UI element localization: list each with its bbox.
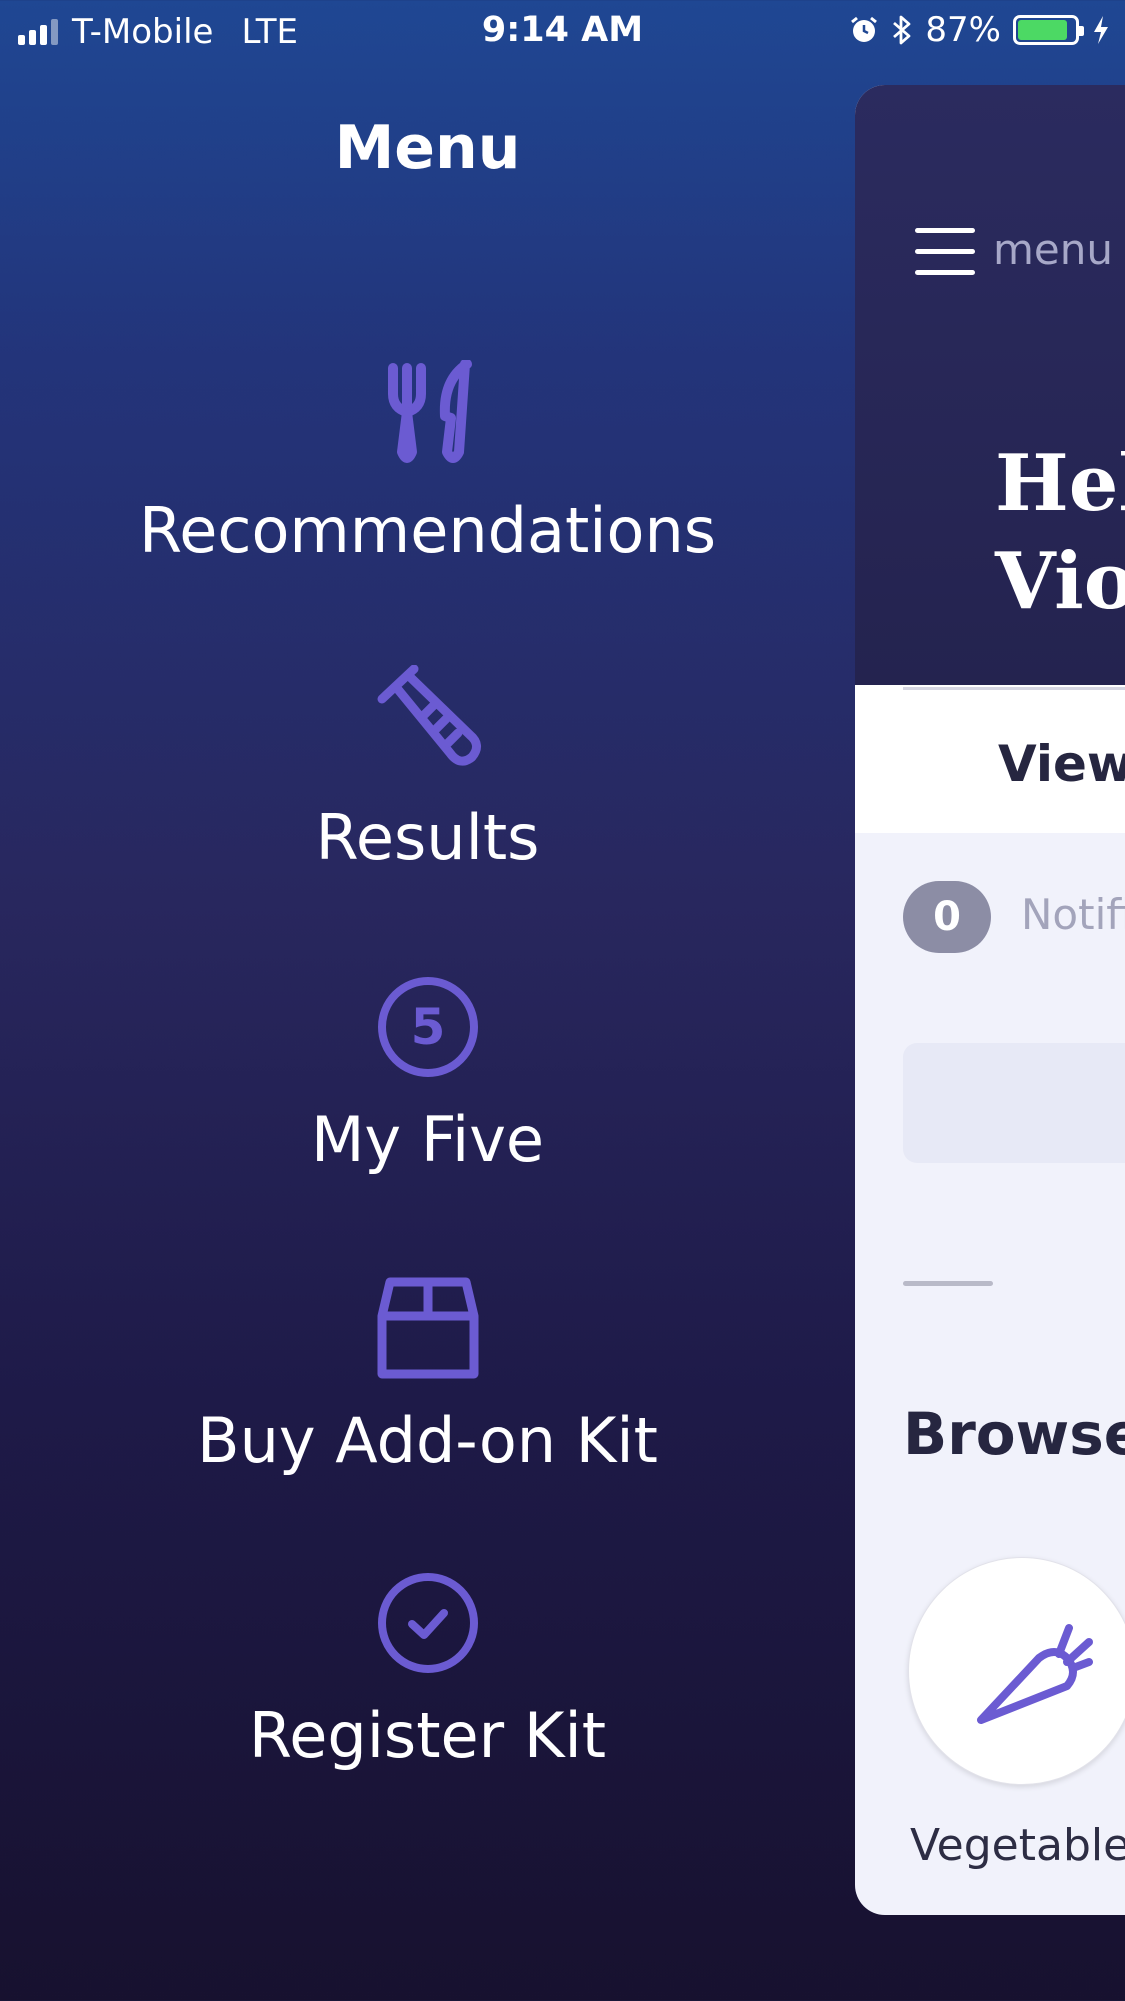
five-icon-text: 5 (410, 998, 445, 1056)
network-label: LTE (241, 12, 298, 52)
battery-icon (1013, 15, 1084, 45)
menu-item-buy-add-on-kit[interactable]: Buy Add-on Kit (0, 1276, 855, 1477)
battery-level (1018, 20, 1067, 40)
check-circle-icon (377, 1573, 478, 1673)
carrier-label: T-Mobile (72, 12, 214, 52)
greeting: Hell Viol (995, 435, 1125, 631)
status-left: T-Mobile LTE (18, 12, 298, 52)
menu-toggle-label[interactable]: menu (993, 225, 1113, 274)
menu-item-results[interactable]: Results (0, 665, 855, 874)
content-placeholder (903, 1043, 1125, 1163)
menu-item-label: Results (315, 801, 540, 874)
notifications-label[interactable]: Notifi (1021, 890, 1125, 939)
menu-item-label: Register Kit (248, 1699, 607, 1772)
status-bar: T-Mobile LTE 9:14 AM 87% (0, 0, 1125, 62)
divider (903, 1281, 993, 1286)
divider (903, 687, 1125, 690)
menu-item-my-five[interactable]: 5 My Five (0, 975, 855, 1176)
greeting-line-1: Hell (995, 438, 1125, 529)
test-tube-icon (377, 665, 481, 766)
charging-icon (1094, 16, 1108, 44)
hamburger-icon[interactable] (915, 228, 975, 276)
status-right: 87% (849, 10, 1111, 50)
menu-title: Menu (334, 113, 521, 183)
signal-icon (18, 19, 58, 45)
category-vegetables-button[interactable] (908, 1557, 1125, 1785)
tab-view[interactable]: View (998, 735, 1125, 793)
category-label: Vegetables (910, 1820, 1125, 1871)
notification-count-badge: 0 (903, 881, 991, 953)
fork-knife-icon (387, 360, 472, 463)
alarm-icon (851, 16, 878, 42)
menu-item-recommendations[interactable]: Recommendations (0, 360, 855, 567)
menu-item-label: My Five (310, 1103, 545, 1176)
box-icon (377, 1277, 478, 1379)
menu-item-register-kit[interactable]: Register Kit (0, 1571, 855, 1772)
five-circle-icon: 5 (377, 977, 478, 1077)
main-screen-card[interactable]: menu Hell Viol View 0 Notifi Browse Vege… (855, 85, 1125, 1915)
menu-item-label: Recommendations (138, 494, 717, 567)
menu-item-label: Buy Add-on Kit (197, 1404, 658, 1477)
battery-percent: 87% (925, 10, 1001, 50)
browse-title: Browse (903, 1400, 1125, 1468)
bluetooth-icon (893, 15, 911, 45)
greeting-line-2: Viol (995, 536, 1125, 627)
carrot-icon (977, 1624, 1093, 1724)
